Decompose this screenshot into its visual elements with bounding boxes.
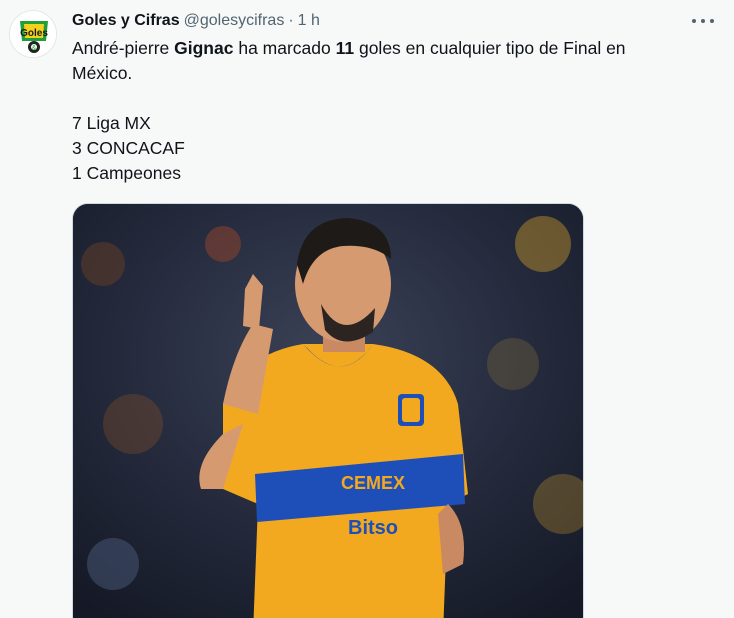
avatar[interactable]: Goles & bbox=[9, 10, 57, 58]
timestamp[interactable]: 1 h bbox=[298, 10, 320, 32]
separator: · bbox=[288, 12, 294, 29]
tweet-text: André-pierre Gignac ha marcado 11 goles … bbox=[72, 36, 712, 186]
text-part: ha marcado bbox=[233, 38, 336, 58]
svg-text:CEMEX: CEMEX bbox=[341, 473, 405, 493]
tweet[interactable]: Goles & Goles y Cifras @golesycifras · 1… bbox=[0, 0, 734, 618]
tweet-line-2: México. bbox=[72, 63, 133, 83]
bold-name: Gignac bbox=[174, 38, 234, 58]
text-part: goles en cualquier tipo de Final en bbox=[354, 38, 626, 58]
tweet-header: Goles y Cifras @golesycifras · 1 h bbox=[72, 10, 320, 32]
goles-y-cifras-logo: Goles & bbox=[10, 11, 56, 57]
stat-item: 3 CONCACAF bbox=[72, 138, 185, 158]
svg-text:&: & bbox=[32, 45, 37, 52]
stat-item: 7 Liga MX bbox=[72, 113, 151, 133]
author-name[interactable]: Goles y Cifras bbox=[72, 10, 180, 32]
tweet-photo[interactable]: CEMEX Bitso bbox=[72, 203, 584, 618]
author-handle[interactable]: @golesycifras bbox=[184, 10, 285, 32]
svg-text:Bitso: Bitso bbox=[348, 517, 398, 539]
stat-item: 1 Campeones bbox=[72, 163, 181, 183]
player-photo: CEMEX Bitso bbox=[73, 204, 583, 618]
tweet-line-1: André-pierre Gignac ha marcado 11 goles … bbox=[72, 36, 712, 61]
text-part: André-pierre bbox=[72, 38, 175, 58]
svg-text:Goles: Goles bbox=[20, 28, 48, 39]
bold-number: 11 bbox=[335, 38, 355, 58]
more-horizontal-icon[interactable] bbox=[692, 12, 714, 30]
